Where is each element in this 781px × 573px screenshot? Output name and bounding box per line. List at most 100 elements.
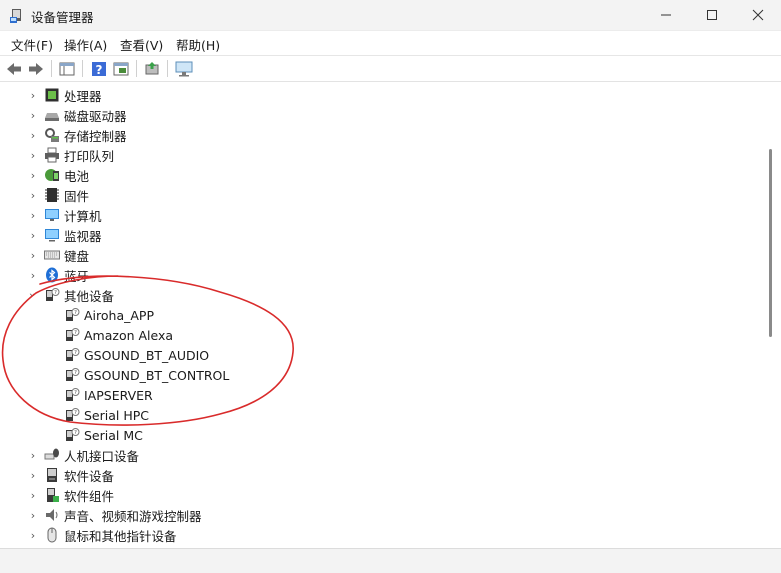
expand-chevron-icon[interactable]: › [26, 245, 40, 265]
disk-drive-icon [45, 113, 59, 121]
menu-view[interactable]: 查看(V) [120, 35, 163, 54]
bluetooth-icon [46, 267, 58, 283]
forward-arrow-icon [29, 62, 43, 75]
window-title: 设备管理器 [31, 10, 94, 25]
expand-chevron-icon[interactable]: › [26, 505, 40, 525]
svg-text:?: ? [74, 310, 77, 316]
storage-controller-icon [45, 128, 59, 142]
tree-category-mice[interactable]: › 鼠标和其他指针设备 [26, 525, 177, 545]
tree-category-other-devices[interactable]: › ? 其他设备 [26, 285, 114, 305]
tree-category-disk-drives[interactable]: › 磁盘驱动器 [26, 105, 127, 125]
expand-chevron-icon[interactable]: › [26, 105, 40, 125]
svg-text:?: ? [74, 430, 77, 436]
vertical-scrollbar[interactable] [765, 84, 779, 546]
svg-text:?: ? [74, 370, 77, 376]
console-tree-button[interactable] [57, 59, 77, 78]
expand-chevron-icon[interactable]: › [26, 125, 40, 145]
expand-chevron-icon[interactable]: › [26, 485, 40, 505]
toolbar-separator [136, 60, 137, 77]
tree-category-software-devices[interactable]: › 软件设备 [26, 465, 114, 485]
tree-category-print-queues[interactable]: › 打印队列 [26, 145, 114, 165]
tree-device-item[interactable]: ? GSOUND_BT_AUDIO [60, 345, 209, 365]
tree-device-item[interactable]: ? GSOUND_BT_CONTROL [60, 365, 229, 385]
scrollbar-thumb[interactable] [769, 149, 772, 337]
tree-category-hid[interactable]: › 人机接口设备 [26, 445, 139, 465]
printer-icon [45, 147, 59, 163]
back-arrow-icon [7, 62, 21, 75]
expand-chevron-icon[interactable]: › [26, 145, 40, 165]
menu-file[interactable]: 文件(F) [11, 35, 53, 54]
scan-hardware-icon [175, 61, 193, 76]
close-button[interactable] [735, 0, 781, 30]
tree-category-sound-video-game[interactable]: › 声音、视频和游戏控制器 [26, 505, 202, 525]
tree-device-item[interactable]: ? Airoha_APP [60, 305, 154, 325]
expand-chevron-icon[interactable]: › [26, 445, 40, 465]
tree-category-monitors[interactable]: › 监视器 [26, 225, 102, 245]
unknown-device-icon: ? [66, 388, 80, 401]
minimize-icon [661, 14, 671, 16]
tree-category-computer[interactable]: › 计算机 [26, 205, 102, 225]
show-hide-console-tree-icon [59, 62, 75, 75]
maximize-icon [707, 10, 717, 20]
software-device-icon [47, 468, 57, 482]
svg-text:?: ? [74, 350, 77, 356]
forward-button[interactable] [26, 59, 46, 78]
battery-icon [45, 169, 59, 181]
svg-text:?: ? [54, 290, 57, 296]
unknown-device-icon: ? [66, 368, 80, 381]
update-driver-button[interactable] [142, 59, 162, 78]
toolbar-separator [82, 60, 83, 77]
tree-category-firmware[interactable]: › 固件 [26, 185, 89, 205]
unknown-device-icon: ? [66, 348, 80, 361]
device-tree: › 处理器 › 磁盘驱动器 › 存储控制器 › 打印队列 › 电池 › 固件 ›… [4, 84, 764, 546]
device-manager-app-icon [10, 9, 21, 23]
unknown-device-icon: ? [66, 428, 80, 441]
tree-device-item[interactable]: ? IAPSERVER [60, 385, 153, 405]
computer-icon [45, 209, 59, 221]
expand-chevron-icon[interactable]: › [26, 525, 40, 545]
tree-category-software-components[interactable]: › 软件组件 [26, 485, 114, 505]
tree-category-batteries[interactable]: › 电池 [26, 165, 89, 185]
tree-device-item[interactable]: ? Serial HPC [60, 405, 149, 425]
tree-device-item[interactable]: ? Serial MC [60, 425, 143, 445]
menu-help[interactable]: 帮助(H) [176, 35, 220, 54]
title-bar: 设备管理器 [0, 0, 781, 31]
minimize-button[interactable] [643, 0, 689, 30]
software-component-icon [47, 488, 59, 502]
update-driver-icon [145, 61, 159, 74]
unknown-device-icon: ? [66, 408, 80, 421]
menu-bar: 文件(F) 操作(A) 查看(V) 帮助(H) [0, 31, 781, 56]
scan-hardware-button[interactable] [174, 59, 194, 78]
tree-category-keyboards[interactable]: › 键盘 [26, 245, 89, 265]
tree-category-bluetooth[interactable]: › 蓝牙 [26, 265, 89, 285]
maximize-button[interactable] [689, 0, 735, 30]
processor-icon [45, 88, 59, 102]
firmware-icon [45, 188, 59, 202]
expand-chevron-icon[interactable]: › [26, 85, 40, 105]
speaker-icon [46, 509, 58, 521]
svg-text:?: ? [74, 410, 77, 416]
hid-icon [44, 448, 59, 460]
menu-action[interactable]: 操作(A) [64, 35, 107, 54]
collapse-chevron-icon[interactable]: › [23, 288, 43, 302]
unknown-device-icon: ? [66, 308, 80, 321]
back-button[interactable] [4, 59, 24, 78]
expand-chevron-icon[interactable]: › [26, 165, 40, 185]
unknown-device-icon: ? [66, 328, 80, 341]
svg-text:?: ? [74, 330, 77, 336]
properties-icon [113, 62, 129, 75]
help-button[interactable]: ? [89, 59, 109, 78]
svg-text:?: ? [96, 63, 103, 77]
expand-chevron-icon[interactable]: › [26, 265, 40, 285]
help-icon: ? [92, 61, 106, 77]
tree-category-processors[interactable]: › 处理器 [26, 85, 102, 105]
tree-device-item[interactable]: ? Amazon Alexa [60, 325, 173, 345]
expand-chevron-icon[interactable]: › [26, 225, 40, 245]
toolbar-separator [51, 60, 52, 77]
expand-chevron-icon[interactable]: › [26, 205, 40, 225]
tree-category-storage-controllers[interactable]: › 存储控制器 [26, 125, 127, 145]
expand-chevron-icon[interactable]: › [26, 465, 40, 485]
expand-chevron-icon[interactable]: › [26, 185, 40, 205]
keyboard-icon [44, 250, 60, 260]
properties-button[interactable] [111, 59, 131, 78]
